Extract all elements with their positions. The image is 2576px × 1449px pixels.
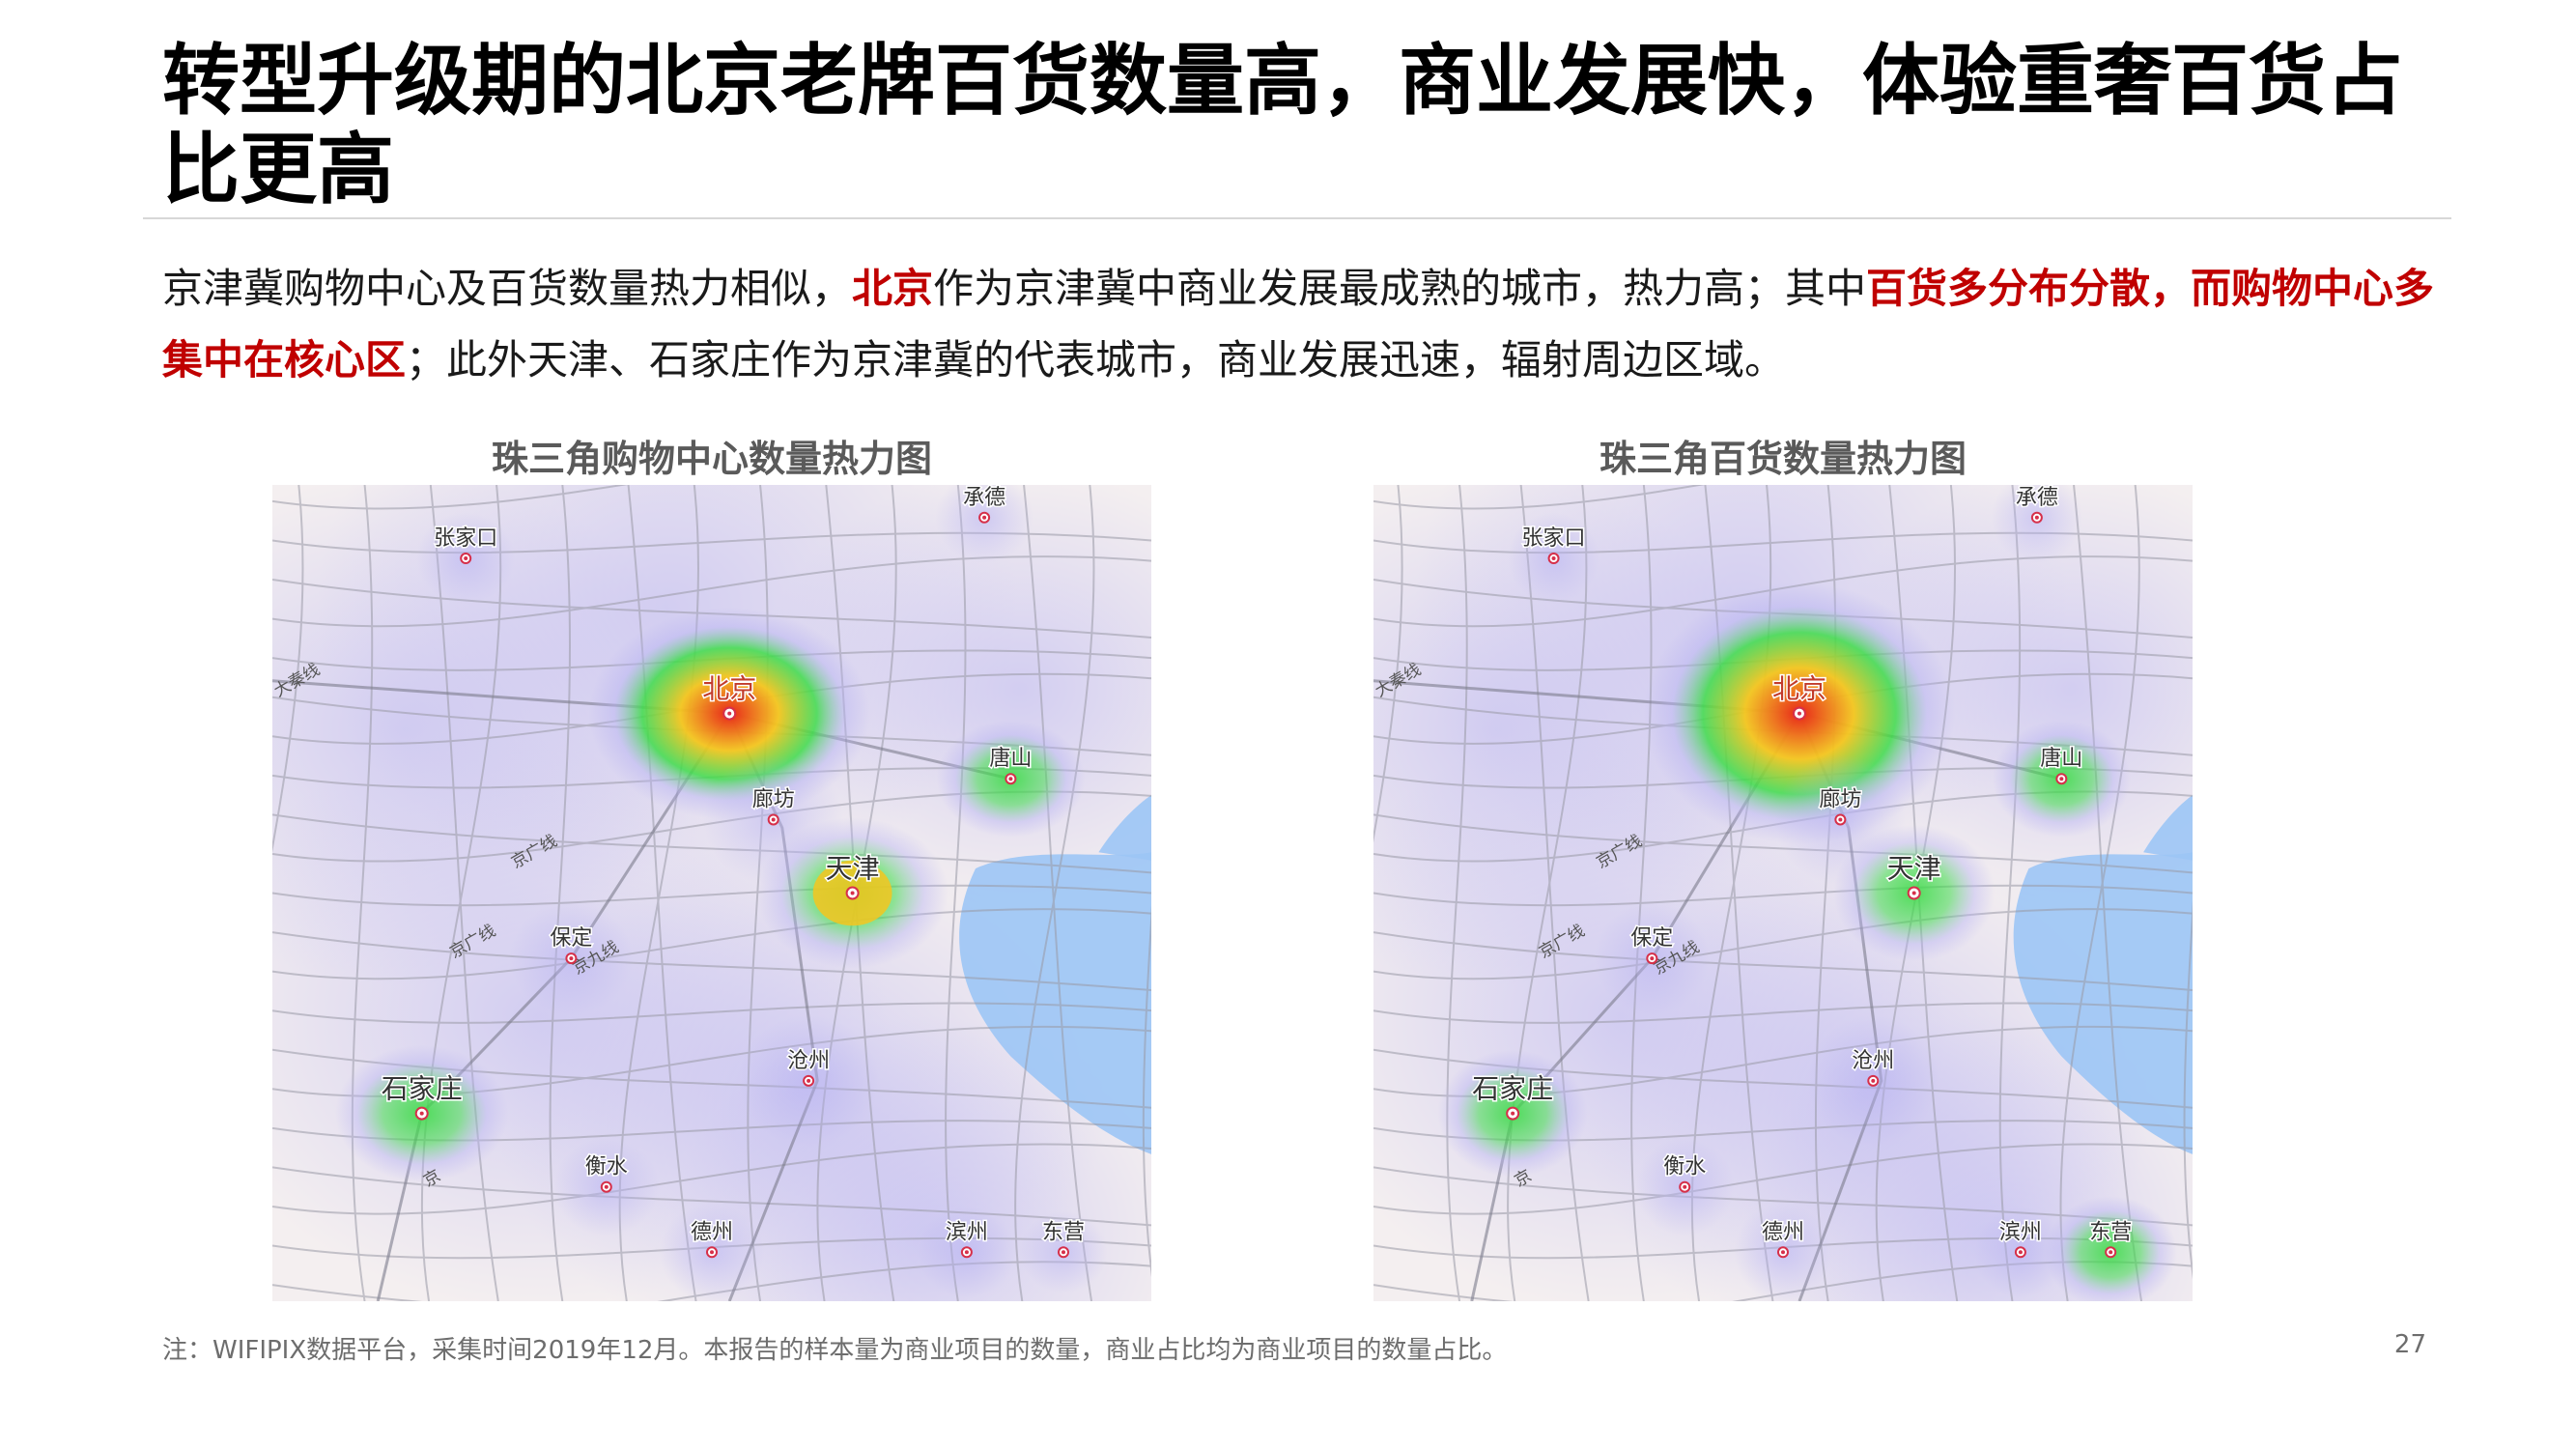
city-label: 张家口 — [434, 526, 497, 551]
city-label: 衡水 — [1663, 1155, 1706, 1179]
city-label: 衡水 — [585, 1155, 628, 1179]
intro-text-2: 作为京津冀中商业发展最成熟的城市，热力高；其中 — [933, 265, 1867, 312]
city-label: 石家庄 — [1472, 1073, 1553, 1105]
mall-heatmap-title: 珠三角购物中心数量热力图 — [491, 438, 932, 480]
intro-text-1: 京津冀购物中心及百货数量热力相似， — [162, 265, 853, 312]
city-label: 德州 — [1762, 1220, 1804, 1244]
intro-highlight-beijing: 北京 — [852, 265, 934, 312]
city-label: 沧州 — [1852, 1049, 1894, 1073]
city-label: 东营 — [2089, 1220, 2132, 1244]
city-label: 张家口 — [1522, 526, 1586, 551]
mall-heatmap: 大秦线 京广线 京九线 京广线京张家口 承德 北京 唐山 廊坊 天津 保定 沧州 石家庄 衡水 德州 滨州东… — [272, 485, 1151, 1301]
city-label: 保定 — [550, 926, 592, 951]
title-divider — [143, 217, 2451, 219]
intro-paragraph: 京津冀购物中心及百货数量热力相似，北京作为京津冀中商业发展最成熟的城市，热力高；… — [162, 253, 2461, 396]
city-label: 承德 — [2016, 486, 2058, 510]
city-label: 滨州 — [946, 1220, 988, 1244]
city-label: 廊坊 — [1819, 787, 1861, 811]
city-label: 天津 — [1887, 853, 1941, 885]
city-label: 沧州 — [787, 1049, 830, 1073]
city-label: 滨州 — [1999, 1220, 2042, 1244]
city-label: 唐山 — [2040, 747, 2082, 771]
city-label: 保定 — [1630, 926, 1673, 951]
city-label: 廊坊 — [752, 787, 795, 811]
dept-store-heatmap-title: 珠三角百货数量热力图 — [1599, 438, 1967, 480]
dept-store-heatmap: 大秦线 京广线 京九线 京广线京张家口 承德 北京 唐山 廊坊 天津 保定 沧州 石家庄 衡水 德州 滨州东… — [1373, 485, 2193, 1301]
intro-text-3: ；此外天津、石家庄作为京津冀的代表城市，商业发展迅速，辐射周边区域。 — [406, 336, 1786, 384]
city-label: 石家庄 — [382, 1073, 463, 1105]
city-label: 德州 — [691, 1220, 733, 1244]
city-label: 承德 — [963, 486, 1005, 510]
city-label: 天津 — [826, 853, 880, 885]
slide-title: 转型升级期的北京老牌百货数量高，商业发展快，体验重奢百货占比更高 — [162, 36, 2403, 214]
page-number: 27 — [2393, 1330, 2426, 1359]
city-label: 唐山 — [989, 747, 1032, 771]
dept-store-heatmap-svg: 大秦线京广线京九线京广线京张家口承德北京唐山廊坊天津保定沧州石家庄衡水德州 滨州东… — [1373, 485, 2193, 1301]
city-label: 北京 — [702, 673, 756, 705]
mall-heatmap-svg: 大秦线京广线京九线京广线京张家口承德北京唐山廊坊天津保定沧州石家庄衡水德州 滨州东… — [272, 485, 1151, 1301]
city-label: 东营 — [1042, 1220, 1085, 1244]
city-label: 北京 — [1772, 673, 1826, 705]
footnote: 注：WIFIPIX数据平台，采集时间2019年12月。本报告的样本量为商业项目的… — [162, 1336, 1508, 1365]
